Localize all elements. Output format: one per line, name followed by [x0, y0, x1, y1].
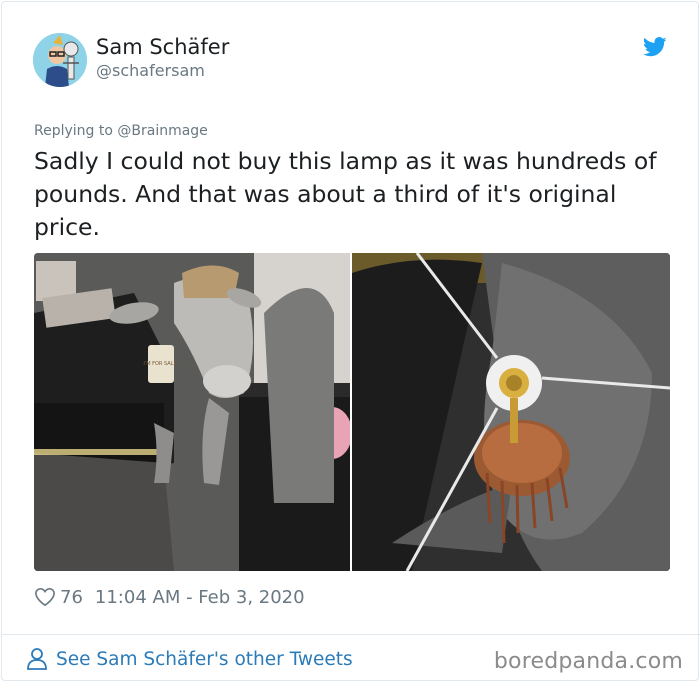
tweet-header: Sam Schäfer @schafersam [33, 33, 673, 89]
like-count[interactable]: 76 [60, 587, 83, 608]
avatar-illustration-icon [33, 33, 87, 87]
author-display-name[interactable]: Sam Schäfer [96, 35, 229, 59]
replying-to[interactable]: Replying to @Brainmage [34, 123, 208, 139]
footer-divider [2, 634, 700, 635]
see-other-tweets-label: See Sam Schäfer's other Tweets [56, 648, 353, 670]
twitter-bird-icon[interactable] [643, 37, 667, 57]
tweet-text: Sadly I could not buy this lamp as it wa… [34, 147, 657, 241]
boredpanda-watermark: boredpanda.com [493, 649, 683, 674]
tweet-timestamp[interactable]: 11:04 AM - Feb 3, 2020 [95, 587, 305, 608]
photo-cow-statue-icon: I'M FOR SALE! [34, 253, 350, 571]
photo-lamp-from-below[interactable] [352, 253, 670, 571]
author-handle[interactable]: @schafersam [96, 61, 205, 80]
tweet-media[interactable]: I'M FOR SALE! [34, 253, 670, 571]
photo-lamp-from-below-icon [352, 253, 670, 571]
photo-cow-statue[interactable]: I'M FOR SALE! [34, 253, 350, 571]
heart-icon[interactable] [34, 587, 56, 607]
person-icon [27, 648, 47, 670]
tweet-card: Sam Schäfer @schafersam Replying to @Bra… [1, 1, 700, 681]
see-other-tweets-link[interactable]: See Sam Schäfer's other Tweets [26, 647, 353, 671]
avatar[interactable] [33, 33, 87, 87]
photo-tag-text: I'M FOR SALE! [143, 361, 178, 367]
tweet-meta: 76 11:04 AM - Feb 3, 2020 [34, 585, 305, 609]
